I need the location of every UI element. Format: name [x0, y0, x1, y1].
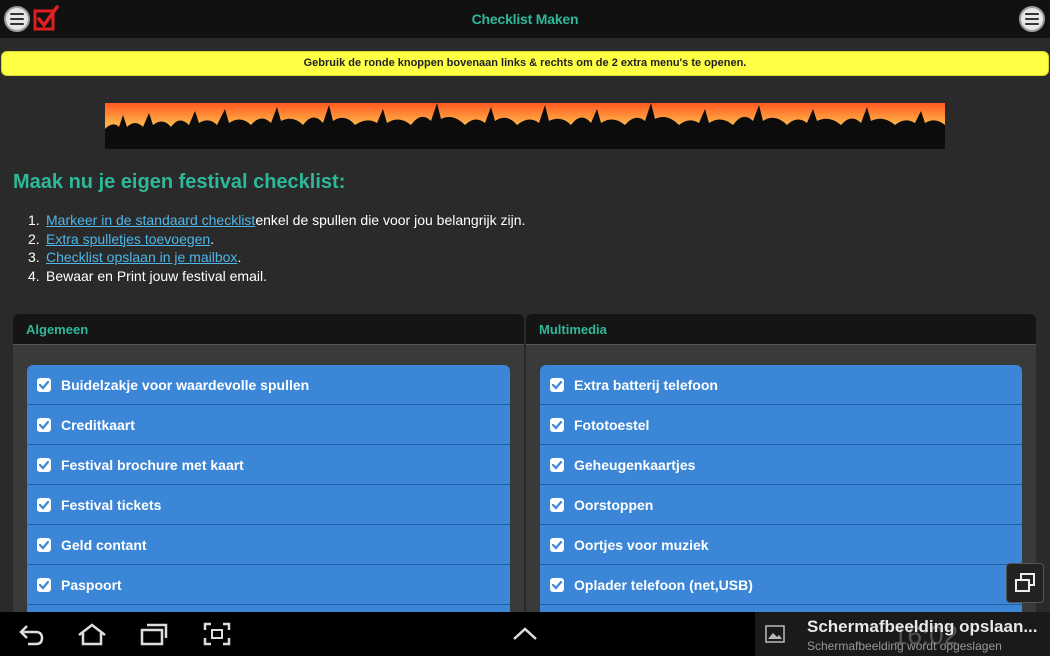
checklist-list: Extra batterij telefoon Fototoestel Gehe… — [540, 365, 1022, 614]
checkmark-icon — [37, 377, 51, 392]
multi-window-button[interactable] — [1006, 563, 1044, 603]
checklist-item[interactable]: Paspoort — [27, 565, 510, 605]
screenshot-icon[interactable] — [203, 622, 231, 646]
checklist-item[interactable]: Festival brochure met kaart — [27, 445, 510, 485]
panel-algemeen: Algemeen Buidelzakje voor waardevolle sp… — [13, 314, 524, 614]
checklist-item[interactable]: Festival tickets — [27, 485, 510, 525]
checkmark-icon — [550, 457, 564, 472]
chevron-up-icon[interactable] — [512, 627, 538, 641]
right-menu-button[interactable] — [1019, 6, 1045, 32]
festival-banner — [105, 103, 945, 149]
screenshot-notification[interactable]: 16:02 Schermafbeelding opslaan... Scherm… — [755, 612, 1050, 656]
checkmark-icon — [37, 497, 51, 512]
multi-window-icon — [1015, 573, 1035, 592]
panel-title[interactable]: Algemeen — [13, 314, 524, 345]
checklist-item[interactable]: Fototoestel — [540, 405, 1022, 445]
crowd-silhouette-image — [105, 103, 945, 149]
checkmark-icon — [37, 577, 51, 592]
back-icon[interactable] — [18, 622, 46, 646]
checklist-item[interactable]: Creditkaart — [27, 405, 510, 445]
notification-subtitle: Schermafbeelding wordt opgeslagen — [807, 639, 1002, 653]
checkmark-icon — [550, 377, 564, 392]
checkmark-icon — [550, 577, 564, 592]
panel-title[interactable]: Multimedia — [526, 314, 1036, 345]
add-items-link[interactable]: Extra spulletjes toevoegen — [46, 230, 210, 249]
checklist-item[interactable]: Oorstoppen — [540, 485, 1022, 525]
checkmark-icon — [37, 417, 51, 432]
checkmark-icon — [550, 417, 564, 432]
step-item: 1. Markeer in de standaard checklist enke… — [28, 211, 526, 230]
info-notice: Gebruik de ronde knoppen bovenaan links … — [1, 51, 1049, 76]
checkmark-icon — [37, 537, 51, 552]
step-item: 2. Extra spulletjes toevoegen. — [28, 230, 215, 249]
panel-multimedia: Multimedia Extra batterij telefoon Fotot… — [526, 314, 1036, 614]
checklist-item[interactable]: Buidelzakje voor waardevolle spullen — [27, 365, 510, 405]
checkmark-icon — [550, 537, 564, 552]
checklist-item[interactable]: Geld contant — [27, 525, 510, 565]
checklist-item[interactable]: Oortjes voor muziek — [540, 525, 1022, 565]
checklist-heading: Maak nu je eigen festival checklist: — [13, 171, 346, 193]
step-item: 3. Checklist opslaan in je mailbox. — [28, 248, 242, 267]
home-icon[interactable] — [76, 622, 108, 646]
checklist-item[interactable]: Oplader telefoon (net,USB) — [540, 565, 1022, 605]
step-item: 4. Bewaar en Print jouw festival email. — [28, 267, 267, 284]
checkmark-icon — [550, 497, 564, 512]
menu-icon — [1025, 13, 1039, 25]
checklist-item[interactable]: Extra batterij telefoon — [540, 365, 1022, 405]
instruction-steps: 1. Markeer in de standaard checklist enke… — [28, 211, 525, 285]
checklist-list: Buidelzakje voor waardevolle spullen Cre… — [27, 365, 510, 614]
mark-checklist-link[interactable]: Markeer in de standaard checklist — [46, 211, 255, 230]
checklist-item[interactable]: Geheugenkaartjes — [540, 445, 1022, 485]
notification-title: Schermafbeelding opslaan... — [807, 617, 1038, 636]
checkmark-icon — [37, 457, 51, 472]
image-icon — [765, 625, 785, 643]
recent-apps-icon[interactable] — [139, 622, 169, 646]
top-bar: Checklist Maken — [0, 0, 1050, 38]
save-mailbox-link[interactable]: Checklist opslaan in je mailbox — [46, 248, 237, 267]
page-title: Checklist Maken — [471, 11, 579, 27]
